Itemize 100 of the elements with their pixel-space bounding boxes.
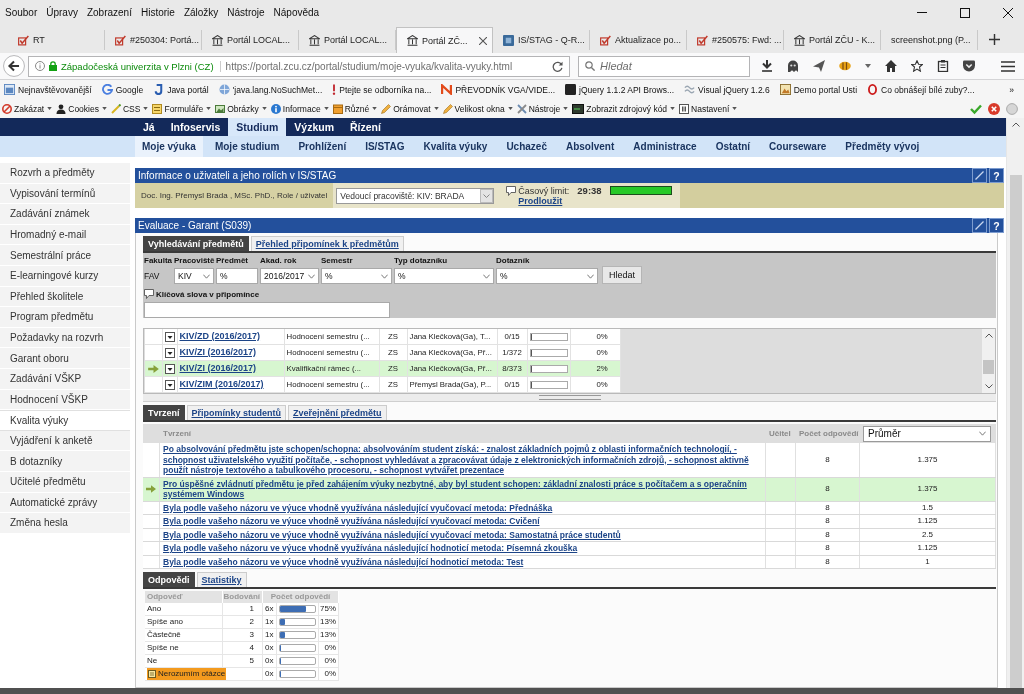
filter-dropdown[interactable]: KIV [174,268,214,284]
menu-item[interactable]: Soubor [5,7,38,18]
subnav-tab[interactable]: IS/STAG [358,136,412,157]
address-bar[interactable]: Západočeská univerzita v Plzni (CZ) https://portal.zcu.cz/portal/studium/moje-vyuka/kvalita-vyuky.html [28,55,570,77]
statement-link[interactable]: Byla podle vašeho názoru ve výuce vhodně využívána následující vyučovací metoda: Cvičení [163,516,540,527]
download-icon[interactable] [761,60,773,72]
caret-down-icon[interactable] [865,64,871,68]
filter-dropdown[interactable]: % [496,268,598,284]
toolbar-menu-button[interactable]: CSS [110,103,149,114]
panel-tab[interactable]: Tvrzení [143,405,185,420]
role-dropdown[interactable]: Vedoucí pracoviště: KIV: BRADA [336,187,495,204]
subnav-tab[interactable]: Ostatní [708,136,758,157]
sidebar-item[interactable]: Kvalita výuky [0,410,130,431]
close-icon[interactable] [1003,7,1013,18]
bookmark-link[interactable]: PŘEVODNÍK VGA/VIDE... [441,84,556,95]
browser-tab[interactable]: Portál LOCAL... [202,30,299,50]
slash-icon[interactable] [972,168,987,183]
menu-icon[interactable] [1001,60,1015,72]
subnav-tab[interactable]: Uchazeč [499,136,554,157]
subnav-tab[interactable]: Moje výuka [135,136,203,157]
menu-item[interactable]: Zobrazení [86,7,132,18]
panel-tab[interactable]: Připomínky studentů [186,405,287,420]
sidebar-item[interactable]: Automatické zprávy [0,492,130,514]
filter-dropdown[interactable]: 2016/2017 [260,268,319,284]
filter-dropdown[interactable]: % [394,268,494,284]
chevron-up-icon[interactable] [984,333,993,338]
nav-tab[interactable]: Výzkum [286,118,342,136]
help-button[interactable]: ? [989,218,1004,233]
sidebar-item[interactable]: Vyjádření k anketě [0,430,130,452]
toolbar-menu-button[interactable]: Orámovat [381,103,439,114]
subject-link[interactable]: KIV/ZI (2016/2017) [179,347,257,357]
sidebar-item[interactable]: Rozvrh a předměty [0,163,130,184]
sidebar-item[interactable]: Změna hesla [0,513,130,534]
lock-icon[interactable] [48,61,58,71]
bookmark-link[interactable]: Demo portal Usti [779,84,858,95]
check-icon[interactable] [970,102,982,115]
menu-item[interactable]: Nástroje [227,7,265,18]
bookmark-link[interactable]: Ptejte se odborníka na... [332,84,432,95]
scrollbar[interactable] [1006,118,1024,688]
scrollbar-thumb[interactable] [983,360,994,374]
sidebar-item[interactable]: E-learningové kurzy [0,265,130,287]
menu-item[interactable]: Nápověda [273,7,320,18]
back-icon[interactable] [3,55,25,77]
sidebar-item[interactable]: Vypisování termínů [0,183,130,205]
more-bookmarks-button[interactable]: » [1009,84,1024,95]
sidebar-item[interactable]: Požadavky na rozvrh [0,327,130,349]
browser-tab[interactable]: Aktualizace po... [590,30,687,50]
chevron-down-icon[interactable] [984,384,993,389]
filter-dropdown[interactable]: % [321,268,392,284]
sidebar-item[interactable]: Garant oboru [0,348,130,369]
text-input[interactable]: % [216,268,258,284]
bookmark-link[interactable]: Nejnavštěvovanější [4,84,92,95]
bookmark-link[interactable]: jQuery 1.1.2 API Brows... [565,84,675,95]
search-button[interactable]: Hledat [602,266,642,284]
aggregate-dropdown[interactable]: Průměr [863,425,991,442]
toolbar-menu-button[interactable]: Informace [270,103,329,114]
bookmark-link[interactable]: 'java.lang.NoSuchMet... [218,84,323,95]
subnav-tab[interactable]: Moje studium [207,136,287,157]
nav-tab[interactable]: Já [135,118,163,136]
star-icon[interactable] [911,60,923,72]
bug-icon[interactable] [839,60,851,72]
toolbar-menu-button[interactable]: Zobrazit zdrojový kód [572,103,676,114]
panel-tab[interactable]: Zveřejnění předmětu [288,405,387,420]
reload-icon[interactable] [552,60,563,72]
panel-tab[interactable]: Vyhledávání předmětů [143,236,249,251]
toolbar-menu-button[interactable]: Obrázky [215,103,267,114]
statement-link[interactable]: Byla podle vašeho názoru ve výuce vhodně využívána následující hodnoticí metoda: Test [163,556,524,567]
plus-icon[interactable] [989,33,1000,45]
info-icon[interactable] [35,61,45,71]
splitter-handle[interactable] [538,395,601,400]
subject-link[interactable]: KIV/ZIM (2016/2017) [179,379,264,389]
extend-link[interactable]: Prodloužit [518,196,563,206]
statement-link[interactable]: Byla podle vašeho názoru ve výuce vhodně využívána následující vyučovací metoda: Přednáška [163,502,553,513]
subnav-tab[interactable]: Administrace [626,136,704,157]
toolbar-menu-button[interactable]: Cookies [56,103,107,114]
statement-link[interactable]: Po absolvování předmětu jste schopen/schopna: absolvováním student získá: - znalost základních pojmů z oblasti informačních technologií, - schopnost uživatelského využití počítače, - schopnost vyhledávat a zpracovávat údaje z elektronických informačních zdrojů, - schopnost aktivně použít nástroje textového a tabulkového procesoru, - schopnost vytvářet prezentace [163,444,762,476]
sidebar-item[interactable]: Zadávání VŠKP [0,368,130,390]
toolbar-menu-button[interactable]: Formuláře [152,103,212,114]
scrollbar-thumb[interactable] [1009,175,1022,688]
help-button[interactable]: ? [989,168,1004,183]
clipboard-icon[interactable] [937,60,949,72]
panel-tab[interactable]: Statistiky [196,572,247,587]
bookmark-link[interactable]: Co obnášejí bílé zuby?... [867,84,975,95]
error-icon[interactable] [988,102,1000,115]
statement-link[interactable]: Byla podle vašeho názoru ve výuce vhodně využívána následující vyučovací metoda: Samostatná práce studentů [163,529,621,540]
statement-row[interactable]: Byla podle vašeho názoru ve výuce vhodně využívána následující hodnoticí metoda: Písemná zkouška 8 1.125 [143,542,996,556]
paper-plane-icon[interactable] [813,60,825,72]
menu-item[interactable]: Úpravy [46,7,78,18]
sidebar-item[interactable]: Učitelé předmětu [0,471,130,493]
slash-icon[interactable] [972,218,987,233]
nav-tab[interactable]: Studium [228,118,287,136]
subject-link[interactable]: KIV/ZD (2016/2017) [179,331,261,341]
sidebar-item[interactable]: Zadávání známek [0,204,130,225]
search-field[interactable]: Hledat [578,55,750,77]
statement-link[interactable]: Pro úspěšné zvládnutí předmětu je před zahájením výuky nezbytné, aby byl student schopen: základní znalosti práce s počítačem a s operačním systémem Windows [163,478,762,500]
panel-tab[interactable]: Přehled připomínek k předmětům [250,236,404,251]
toolbar-menu-button[interactable]: Různé [332,103,378,114]
bookmark-link[interactable]: Google [101,84,144,95]
subnav-tab[interactable]: Kvalita výuky [416,136,495,157]
keywords-field[interactable] [144,302,390,318]
